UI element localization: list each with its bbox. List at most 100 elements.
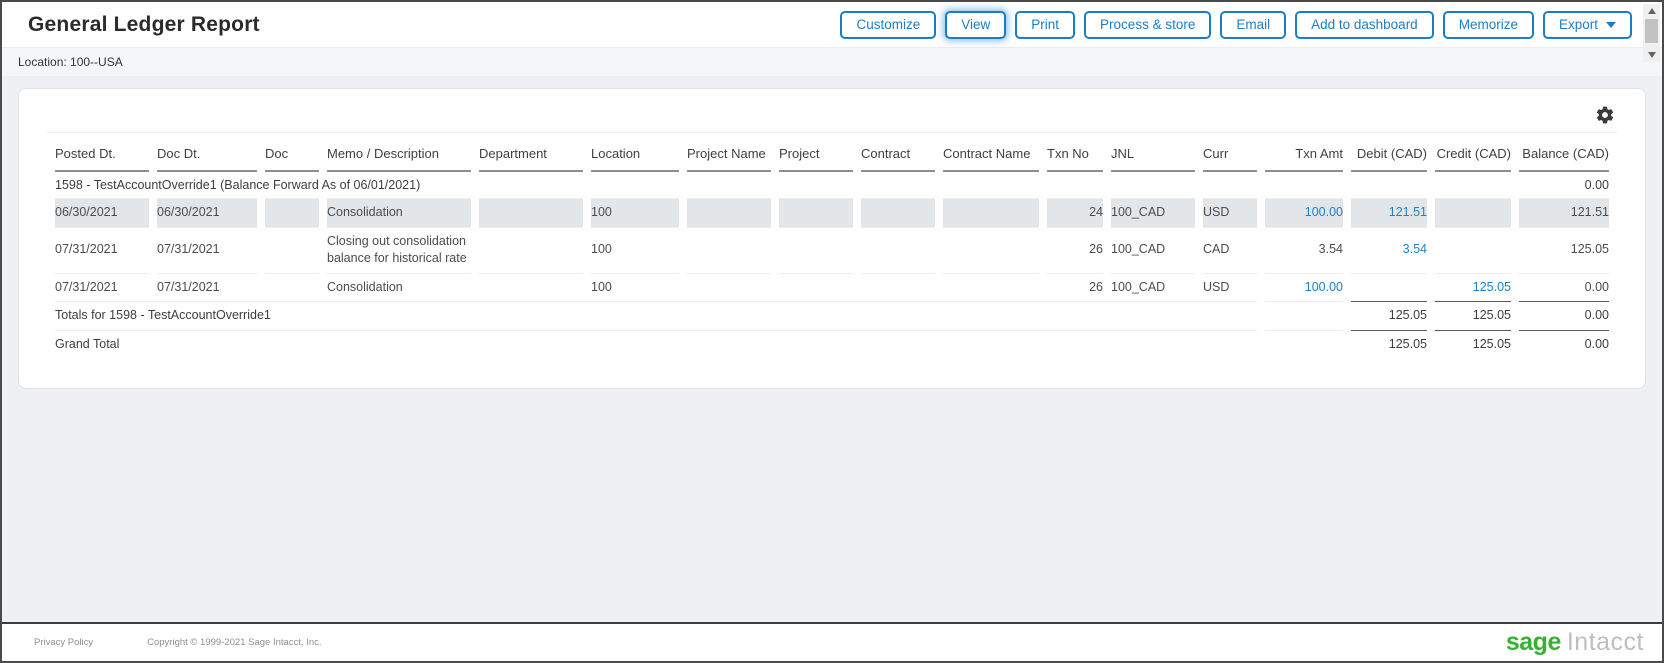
memo-cell: Consolidation [327,198,471,227]
export-button[interactable]: Export [1543,11,1632,39]
credit-link[interactable]: 125.05 [1473,280,1511,294]
posted-dt-cell: 06/30/2021 [55,198,149,227]
report-content-area: Posted Dt. Doc Dt. Doc Memo / Descriptio… [2,76,1662,622]
location-cell: 100 [591,273,679,302]
col-header-txn-amt: Txn Amt [1265,135,1343,172]
txn-no-cell: 26 [1047,227,1103,273]
scrollbar-track[interactable] [1643,18,1660,48]
vertical-scrollbar[interactable] [1643,4,1660,62]
arrow-up-icon [1648,8,1656,14]
account-group-header-row: 1598 - TestAccountOverride1 (Balance For… [55,172,1609,199]
project-cell [779,227,853,273]
gear-icon [1595,105,1615,125]
col-header-project-name: Project Name [687,135,771,172]
grand-total-debit: 125.05 [1351,330,1427,359]
balance-cell: 121.51 [1519,198,1609,227]
scrollbar-up-button[interactable] [1643,4,1660,18]
export-button-label: Export [1559,17,1598,32]
col-header-doc-dt: Doc Dt. [157,135,257,172]
debit-cell [1351,273,1427,302]
copyright-text: Copyright © 1999-2021 Sage Intacct, Inc. [147,637,321,648]
process-and-store-button[interactable]: Process & store [1084,11,1211,39]
doc-cell [265,273,319,302]
totals-txn-amt-cell [1265,301,1343,330]
grand-total-label: Grand Total [55,330,1257,359]
account-totals-row: Totals for 1598 - TestAccountOverride1 1… [55,301,1609,330]
doc-cell [265,227,319,273]
col-header-department: Department [479,135,583,172]
col-header-contract-name: Contract Name [943,135,1039,172]
grand-total-row: Grand Total 125.05 125.05 0.00 [55,330,1609,359]
grand-total-balance: 0.00 [1519,330,1609,359]
posted-dt-cell: 07/31/2021 [55,227,149,273]
intacct-logo-text: Intacct [1567,630,1644,655]
contract-cell [861,198,935,227]
email-button[interactable]: Email [1220,11,1286,39]
txn-amt-link[interactable]: 100.00 [1305,280,1343,294]
doc-dt-cell: 07/31/2021 [157,273,257,302]
doc-dt-cell: 07/31/2021 [157,227,257,273]
credit-cell [1435,198,1511,227]
memorize-button[interactable]: Memorize [1443,11,1534,39]
print-button[interactable]: Print [1015,11,1075,39]
view-button[interactable]: View [945,11,1006,39]
txn-amt-cell: 3.54 [1265,227,1343,273]
memo-cell: Consolidation [327,273,471,302]
customize-button[interactable]: Customize [840,11,936,39]
totals-credit: 125.05 [1435,301,1511,330]
curr-cell: CAD [1203,227,1257,273]
col-header-doc: Doc [265,135,319,172]
debit-link[interactable]: 3.54 [1403,242,1427,256]
txn-no-cell: 26 [1047,273,1103,302]
report-toolbar: Customize View Print Process & store Ema… [840,11,1632,39]
grand-total-txn-amt-cell [1265,330,1343,359]
department-cell [479,273,583,302]
col-header-txn-no: Txn No [1047,135,1103,172]
col-header-debit: Debit (CAD) [1351,135,1427,172]
contract-name-cell [943,273,1039,302]
balance-forward-value: 0.00 [1519,172,1609,199]
col-header-project: Project [779,135,853,172]
privacy-policy-link[interactable]: Privacy Policy [34,637,93,648]
table-row: 07/31/2021 07/31/2021 Consolidation 100 … [55,273,1609,302]
jnl-cell: 100_CAD [1111,273,1195,302]
debit-link[interactable]: 121.51 [1389,205,1427,219]
col-header-jnl: JNL [1111,135,1195,172]
curr-cell: USD [1203,198,1257,227]
settings-gear-button[interactable] [1593,103,1617,127]
top-bar: General Ledger Report Customize View Pri… [2,2,1662,48]
department-cell [479,198,583,227]
credit-cell [1435,227,1511,273]
col-header-balance: Balance (CAD) [1519,135,1609,172]
col-header-posted-dt: Posted Dt. [55,135,149,172]
scrollbar-thumb[interactable] [1645,19,1658,43]
txn-no-cell: 24 [1047,198,1103,227]
doc-cell [265,198,319,227]
project-cell [779,198,853,227]
scrollbar-down-button[interactable] [1643,48,1660,62]
sage-logo-text: sage [1506,630,1561,655]
location-filter-label: Location: 100--USA [18,55,123,69]
curr-cell: USD [1203,273,1257,302]
page-footer: Privacy Policy Copyright © 1999-2021 Sag… [2,622,1662,661]
contract-name-cell [943,227,1039,273]
project-name-cell [687,227,771,273]
contract-cell [861,273,935,302]
contract-name-cell [943,198,1039,227]
general-ledger-report-screen: General Ledger Report Customize View Pri… [0,0,1664,663]
totals-balance: 0.00 [1519,301,1609,330]
department-cell [479,227,583,273]
account-group-label: 1598 - TestAccountOverride1 (Balance For… [55,172,1511,199]
txn-amt-link[interactable]: 100.00 [1305,205,1343,219]
add-to-dashboard-button[interactable]: Add to dashboard [1295,11,1434,39]
chevron-down-icon [1606,22,1616,28]
table-row: 07/31/2021 07/31/2021 Closing out consol… [55,227,1609,273]
location-filter-bar: Location: 100--USA [2,48,1662,76]
col-header-location: Location [591,135,679,172]
location-cell: 100 [591,227,679,273]
table-header-row: Posted Dt. Doc Dt. Doc Memo / Descriptio… [55,135,1609,172]
posted-dt-cell: 07/31/2021 [55,273,149,302]
memo-cell: Closing out consolidation balance for hi… [327,227,471,273]
location-cell: 100 [591,198,679,227]
page-title: General Ledger Report [28,13,260,37]
